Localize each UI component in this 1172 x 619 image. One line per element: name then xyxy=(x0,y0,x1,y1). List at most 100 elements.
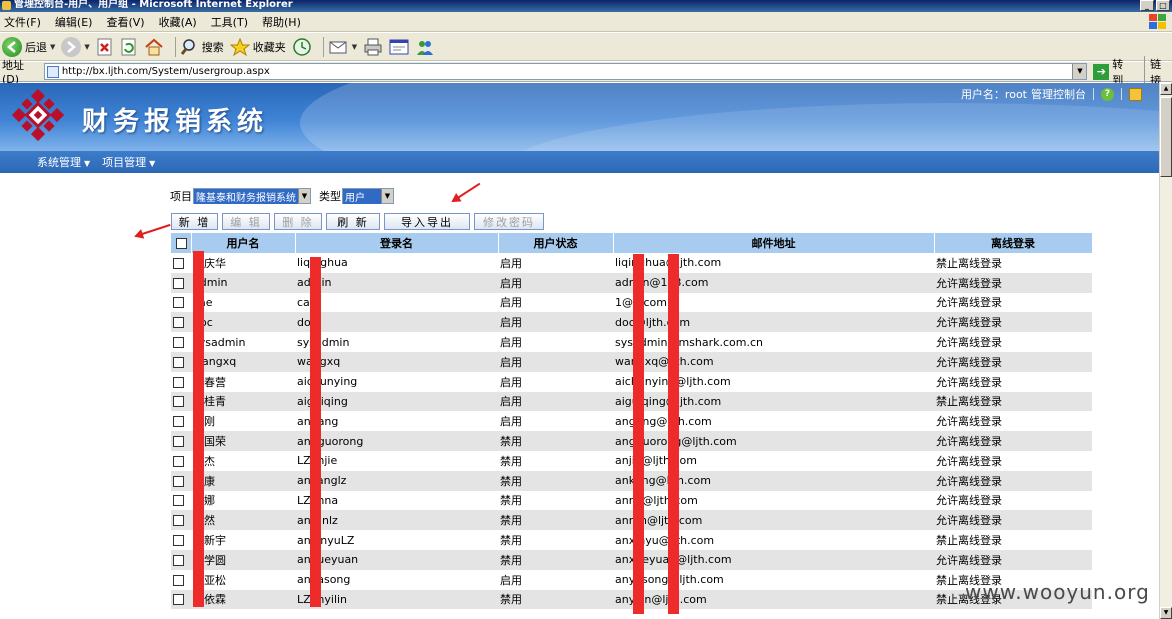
print-button[interactable] xyxy=(363,35,383,59)
email-cell: anyilin@ljth.com xyxy=(613,589,934,610)
scroll-down-arrow-icon[interactable]: ▼ xyxy=(1160,607,1172,619)
email-cell: wangxq@ljth.com xyxy=(613,351,934,372)
scroll-up-arrow-icon[interactable]: ▲ xyxy=(1160,83,1172,95)
login-cell: anxueyuan xyxy=(295,549,498,570)
address-label: 地址(D) xyxy=(2,59,24,86)
email-cell: angguorong@ljth.com xyxy=(613,431,934,451)
menu-tools[interactable]: 工具(T) xyxy=(211,14,248,30)
login-cell: anxinyuLZ xyxy=(297,533,355,547)
nav-label: 系统管理 xyxy=(37,156,81,169)
mail-button[interactable]: ▼ xyxy=(329,35,357,59)
row-checkbox[interactable] xyxy=(173,317,184,329)
row-checkbox[interactable] xyxy=(173,535,184,547)
chevron-down-icon[interactable]: ▼ xyxy=(50,43,55,51)
row-checkbox[interactable] xyxy=(173,376,184,388)
row-checkbox[interactable] xyxy=(173,277,184,289)
logout-icon[interactable] xyxy=(1129,87,1142,101)
row-checkbox[interactable] xyxy=(173,436,184,448)
row-checkbox[interactable] xyxy=(173,396,184,408)
row-checkbox[interactable] xyxy=(173,416,184,428)
row-select-cell xyxy=(171,530,191,550)
offline-login-cell: 禁止离线登录 xyxy=(934,391,1092,412)
username-cell: 安新宇 xyxy=(193,534,226,548)
column-header[interactable]: 用户状态 xyxy=(498,233,614,253)
offline-login-cell: 允许离线登录 xyxy=(936,296,1002,310)
refresh-button[interactable]: 刷 新 xyxy=(326,213,380,230)
username-cell: 安学圆 xyxy=(191,549,295,570)
column-header[interactable]: 离线登录 xyxy=(934,233,1093,253)
column-header[interactable]: 登录名 xyxy=(295,233,499,253)
back-button[interactable]: 后退 ▼ xyxy=(2,35,55,59)
row-checkbox[interactable] xyxy=(173,495,184,507)
address-input[interactable]: http://bx.ljth.com/System/usergroup.aspx… xyxy=(43,63,1088,80)
chevron-down-icon[interactable]: ▼ xyxy=(84,43,89,51)
row-select-cell xyxy=(171,589,191,610)
row-checkbox[interactable] xyxy=(173,554,184,566)
column-header[interactable]: 用户名 xyxy=(191,233,296,253)
select-all-checkbox[interactable] xyxy=(176,238,188,249)
offline-login-cell: 允许离线登录 xyxy=(936,494,1002,508)
maximize-button[interactable]: □ xyxy=(1156,0,1170,11)
row-checkbox[interactable] xyxy=(173,475,184,487)
row-checkbox[interactable] xyxy=(173,356,184,368)
messenger-button[interactable] xyxy=(415,35,435,59)
project-select[interactable]: 隆基泰和财务报销系统 ▼ xyxy=(193,188,311,204)
delete-button[interactable]: 删 除 xyxy=(274,213,322,230)
row-checkbox[interactable] xyxy=(173,515,184,527)
favorites-button[interactable]: 收藏夹 xyxy=(229,35,286,59)
forward-button[interactable]: ▼ xyxy=(61,35,90,59)
username-cell: 安然 xyxy=(191,510,295,531)
row-checkbox[interactable] xyxy=(173,574,184,586)
refresh-button[interactable] xyxy=(120,35,138,59)
column-header[interactable]: 邮件地址 xyxy=(613,233,935,253)
minimize-button[interactable]: _ xyxy=(1140,0,1154,11)
offline-login-cell: 允许离线登录 xyxy=(934,510,1092,531)
help-icon[interactable]: ? xyxy=(1101,87,1114,101)
menu-help[interactable]: 帮助(H) xyxy=(262,14,301,30)
row-select-cell xyxy=(171,272,191,293)
home-button[interactable] xyxy=(144,35,164,59)
offline-login-cell: 允许离线登录 xyxy=(936,415,1002,429)
history-button[interactable] xyxy=(292,35,312,59)
chevron-down-icon[interactable]: ▼ xyxy=(1072,64,1087,79)
edit-page-icon xyxy=(389,39,409,54)
stop-button[interactable] xyxy=(96,35,114,59)
edit-page-button[interactable] xyxy=(389,35,409,59)
change-password-button[interactable]: 修改密码 xyxy=(474,213,544,230)
type-select[interactable]: 用户 ▼ xyxy=(342,188,394,204)
login-cell: sysadmin xyxy=(297,335,350,349)
chevron-down-icon: ▼ xyxy=(149,159,156,168)
login-cell: anyasong xyxy=(297,573,351,587)
scroll-thumb[interactable] xyxy=(1160,97,1172,177)
nav-project-management[interactable]: 项目管理 ▼ xyxy=(102,154,155,170)
row-checkbox[interactable] xyxy=(173,297,184,309)
address-url[interactable]: http://bx.ljth.com/System/usergroup.aspx xyxy=(62,66,270,77)
print-icon xyxy=(364,38,382,55)
divider xyxy=(1093,88,1094,100)
username-cell: doc xyxy=(191,312,295,333)
menu-file[interactable]: 文件(F) xyxy=(4,14,41,30)
import-export-button[interactable]: 导入导出 xyxy=(384,213,470,230)
row-checkbox[interactable] xyxy=(173,455,184,467)
menu-edit[interactable]: 编辑(E) xyxy=(55,14,93,30)
offline-login-cell: 允许离线登录 xyxy=(936,336,1002,350)
console-link[interactable]: 管理控制台 xyxy=(1031,86,1086,102)
row-checkbox[interactable] xyxy=(173,257,184,269)
row-select-cell xyxy=(171,411,191,431)
vertical-scrollbar[interactable]: ▲ ▼ xyxy=(1159,83,1172,619)
menu-favorites[interactable]: 收藏(A) xyxy=(159,14,197,30)
nav-system-management[interactable]: 系统管理 ▼ xyxy=(37,154,90,170)
email-cell: aiguiqing@ljth.com xyxy=(613,391,934,412)
status-cell: 启用 xyxy=(498,391,613,412)
menu-view[interactable]: 查看(V) xyxy=(106,14,144,30)
username-cell: 安国荣 xyxy=(191,431,295,451)
chevron-down-icon[interactable]: ▼ xyxy=(298,189,310,203)
row-checkbox[interactable] xyxy=(173,337,184,349)
row-checkbox[interactable] xyxy=(173,594,184,606)
add-button[interactable]: 新 增 xyxy=(171,213,218,230)
edit-button[interactable]: 编 辑 xyxy=(222,213,270,230)
user-info: 用户名：root 管理控制台 ? xyxy=(961,86,1142,102)
chevron-down-icon[interactable]: ▼ xyxy=(381,189,393,203)
chevron-down-icon[interactable]: ▼ xyxy=(352,43,357,51)
search-button[interactable]: 搜索 xyxy=(180,35,224,59)
